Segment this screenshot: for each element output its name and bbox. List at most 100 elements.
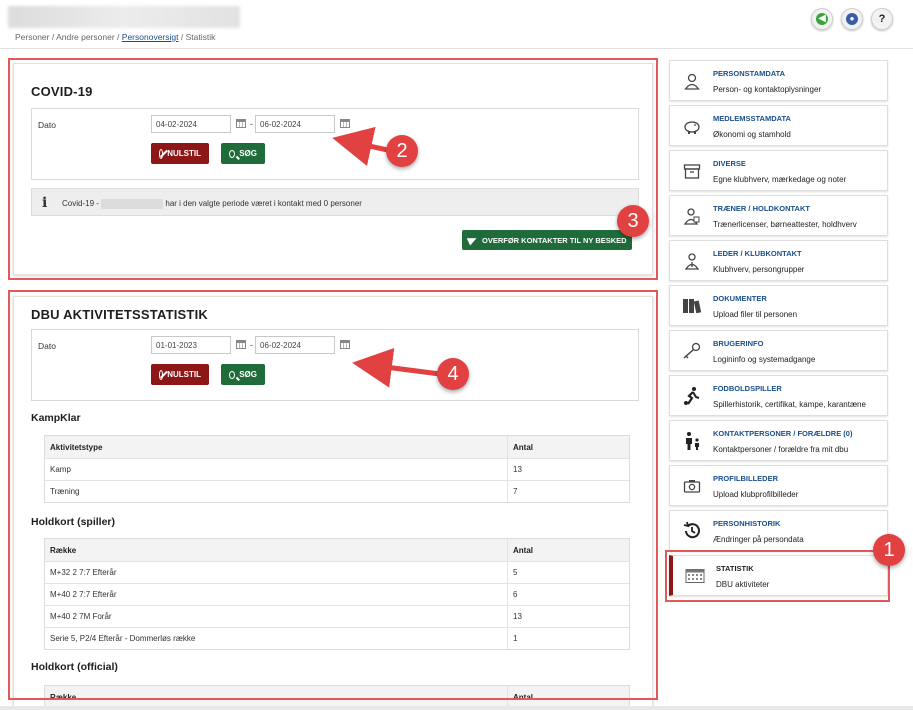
- search-label: SØG: [239, 370, 257, 379]
- sidebar-item-subtitle: Økonomi og stamhold: [713, 130, 791, 139]
- ban-icon: [159, 369, 164, 380]
- dbu-title: DBU AKTIVITETSSTATISTIK: [31, 307, 208, 322]
- sidebar-item-subtitle: Upload klubprofilbilleder: [713, 490, 799, 499]
- sidebar-item-fodboldspiller[interactable]: FODBOLDSPILLER Spillerhistorik, certifik…: [669, 375, 888, 416]
- dbu-panel: DBU AKTIVITETSSTATISTIK Dato 01-01-2023 …: [13, 296, 653, 710]
- sidebar-item-subtitle: Logininfo og systemadgange: [713, 355, 816, 364]
- sidebar-item-title: LEDER / KLUBKONTAKT: [713, 249, 802, 258]
- covid-filter-box: Dato 04-02-2024 - 06-02-2024 NULSTIL SØG: [31, 108, 639, 180]
- sidebar-item-title: TRÆNER / HOLDKONTAKT: [713, 204, 810, 213]
- search-icon: [229, 370, 236, 379]
- sidebar-item-title: KONTAKTPERSONER / FORÆLDRE (0): [713, 429, 853, 438]
- holdkort-spiller-title: Holdkort (spiller): [31, 516, 116, 528]
- covid-date-label: Dato: [38, 120, 56, 130]
- ban-icon: [159, 148, 164, 159]
- covid-panel: COVID-19 Dato 04-02-2024 - 06-02-2024 NU…: [13, 63, 653, 275]
- header-divider: [0, 48, 913, 49]
- covid-info-text: Covid-19 - har i den valgte periode være…: [62, 199, 362, 209]
- table-row: M+40 2 7:7 Efterår 6: [45, 583, 629, 605]
- sidebar-item-title: PERSONSTAMDATA: [713, 69, 786, 78]
- key-icon: [682, 341, 702, 361]
- page-title-redacted: [8, 6, 240, 28]
- sidebar-item-statistik[interactable]: STATISTIK DBU aktiviteter: [669, 555, 888, 596]
- dbu-date-from-input[interactable]: 01-01-2023: [151, 336, 231, 354]
- calendar-icon[interactable]: [236, 119, 246, 128]
- calendar-icon[interactable]: [340, 119, 350, 128]
- top-toolbar: ◀ ● ?: [811, 8, 893, 30]
- sidebar-item-brugerinfo[interactable]: BRUGERINFO Logininfo og systemadgange: [669, 330, 888, 371]
- table-cell: Træning: [45, 481, 508, 502]
- breadcrumb-path: Personer / Andre personer /: [15, 32, 122, 42]
- info-prefix: Covid-19 -: [62, 199, 99, 209]
- table-header: Række Antal: [45, 686, 629, 708]
- table-cell: 5: [513, 568, 518, 577]
- reset-label: NULSTIL: [167, 370, 201, 379]
- kampklar-table: Aktivitetstype Antal Kamp 13 Træning 7: [44, 435, 630, 503]
- sidebar-item-traener[interactable]: TRÆNER / HOLDKONTAKT Trænerlicenser, bør…: [669, 195, 888, 236]
- breadcrumb-current: / Statistik: [178, 32, 216, 42]
- sidebar-item-leder[interactable]: LEDER / KLUBKONTAKT Klubhverv, persongru…: [669, 240, 888, 281]
- sidebar-item-dokumenter[interactable]: DOKUMENTER Upload filer til personen: [669, 285, 888, 326]
- sidebar-item-title: PROFILBILLEDER: [713, 474, 778, 483]
- dbu-reset-button[interactable]: NULSTIL: [151, 364, 209, 385]
- table-cell: 13: [513, 612, 522, 621]
- covid-reset-button[interactable]: NULSTIL: [151, 143, 209, 164]
- table-row: Kamp 13: [45, 458, 629, 480]
- back-button[interactable]: ◀: [811, 8, 833, 30]
- table-cell: M+40 2 7M Forår: [45, 606, 508, 627]
- family-icon: [682, 431, 702, 451]
- dbu-date-to-input[interactable]: 06-02-2024: [255, 336, 335, 354]
- info-icon: i: [42, 195, 48, 211]
- covid-info-bar: i Covid-19 - har i den valgte periode væ…: [31, 188, 639, 216]
- sidebar-item-title: PERSONHISTORIK: [713, 519, 781, 528]
- sidebar-item-title: FODBOLDSPILLER: [713, 384, 782, 393]
- table-row: M+40 2 7M Forår 13: [45, 605, 629, 627]
- calendar-icon[interactable]: [340, 340, 350, 349]
- column-header: Række: [45, 539, 508, 561]
- bottom-divider: [0, 706, 913, 710]
- sidebar-item-kontaktpersoner[interactable]: KONTAKTPERSONER / FORÆLDRE (0) Kontaktpe…: [669, 420, 888, 461]
- redacted-name: [101, 199, 164, 209]
- sidebar-item-title: BRUGERINFO: [713, 339, 764, 348]
- covid-search-button[interactable]: SØG: [221, 143, 265, 164]
- table-cell: 13: [513, 465, 522, 474]
- coach-icon: [682, 206, 702, 226]
- column-header: Antal: [513, 545, 533, 555]
- question-button[interactable]: ?: [871, 8, 893, 30]
- sidebar-item-profilbilleder[interactable]: PROFILBILLEDER Upload klubprofilbilleder: [669, 465, 888, 506]
- annotation-callout-1: 1: [873, 534, 905, 566]
- covid-date-to-input[interactable]: 06-02-2024: [255, 115, 335, 133]
- annotation-callout-3: 3: [617, 205, 649, 237]
- sidebar-item-title: MEDLEMSSTAMDATA: [713, 114, 791, 123]
- covid-title: COVID-19: [31, 84, 93, 99]
- dbu-date-label: Dato: [38, 341, 56, 351]
- breadcrumb-link-personoversigt[interactable]: Personoversigt: [122, 32, 179, 42]
- date-separator: -: [250, 119, 253, 129]
- covid-date-from-input[interactable]: 04-02-2024: [151, 115, 231, 133]
- column-header: Antal: [513, 692, 533, 702]
- sidebar-item-title: DOKUMENTER: [713, 294, 767, 303]
- info-suffix: har i den valgte periode været i kontakt…: [165, 199, 362, 209]
- search-label: SØG: [239, 149, 257, 158]
- sidebar-item-subtitle: Ændringer på persondata: [713, 535, 804, 544]
- table-cell: M+32 2 7:7 Efterår: [45, 562, 508, 583]
- sidebar-item-diverse[interactable]: DIVERSE Egne klubhverv, mærkedage og not…: [669, 150, 888, 191]
- table-header: Række Antal: [45, 539, 629, 561]
- holdkort-spiller-table: Række Antal M+32 2 7:7 Efterår 5 M+40 2 …: [44, 538, 630, 650]
- transfer-contacts-button[interactable]: OVERFØR KONTAKTER TIL NY BESKED: [462, 230, 632, 250]
- sidebar-item-subtitle: Klubhverv, persongrupper: [713, 265, 805, 274]
- help-button[interactable]: ●: [841, 8, 863, 30]
- sidebar-item-medlemsstamdata[interactable]: MEDLEMSSTAMDATA Økonomi og stamhold: [669, 105, 888, 146]
- sidebar-item-personstamdata[interactable]: PERSONSTAMDATA Person- og kontaktoplysni…: [669, 60, 888, 101]
- sidebar-item-personhistorik[interactable]: PERSONHISTORIK Ændringer på persondata: [669, 510, 888, 551]
- reset-label: NULSTIL: [167, 149, 201, 158]
- person-icon: [682, 71, 702, 91]
- calendar-icon[interactable]: [236, 340, 246, 349]
- kampklar-title: KampKlar: [31, 412, 81, 424]
- annotation-callout-4: 4: [437, 358, 469, 390]
- sidebar-item-subtitle: Kontaktpersoner / forældre fra mit dbu: [713, 445, 849, 454]
- dbu-search-button[interactable]: SØG: [221, 364, 265, 385]
- dbu-filter-box: Dato 01-01-2023 - 06-02-2024 NULSTIL SØG: [31, 329, 639, 401]
- football-player-icon: [682, 386, 702, 406]
- leader-icon: [682, 251, 702, 271]
